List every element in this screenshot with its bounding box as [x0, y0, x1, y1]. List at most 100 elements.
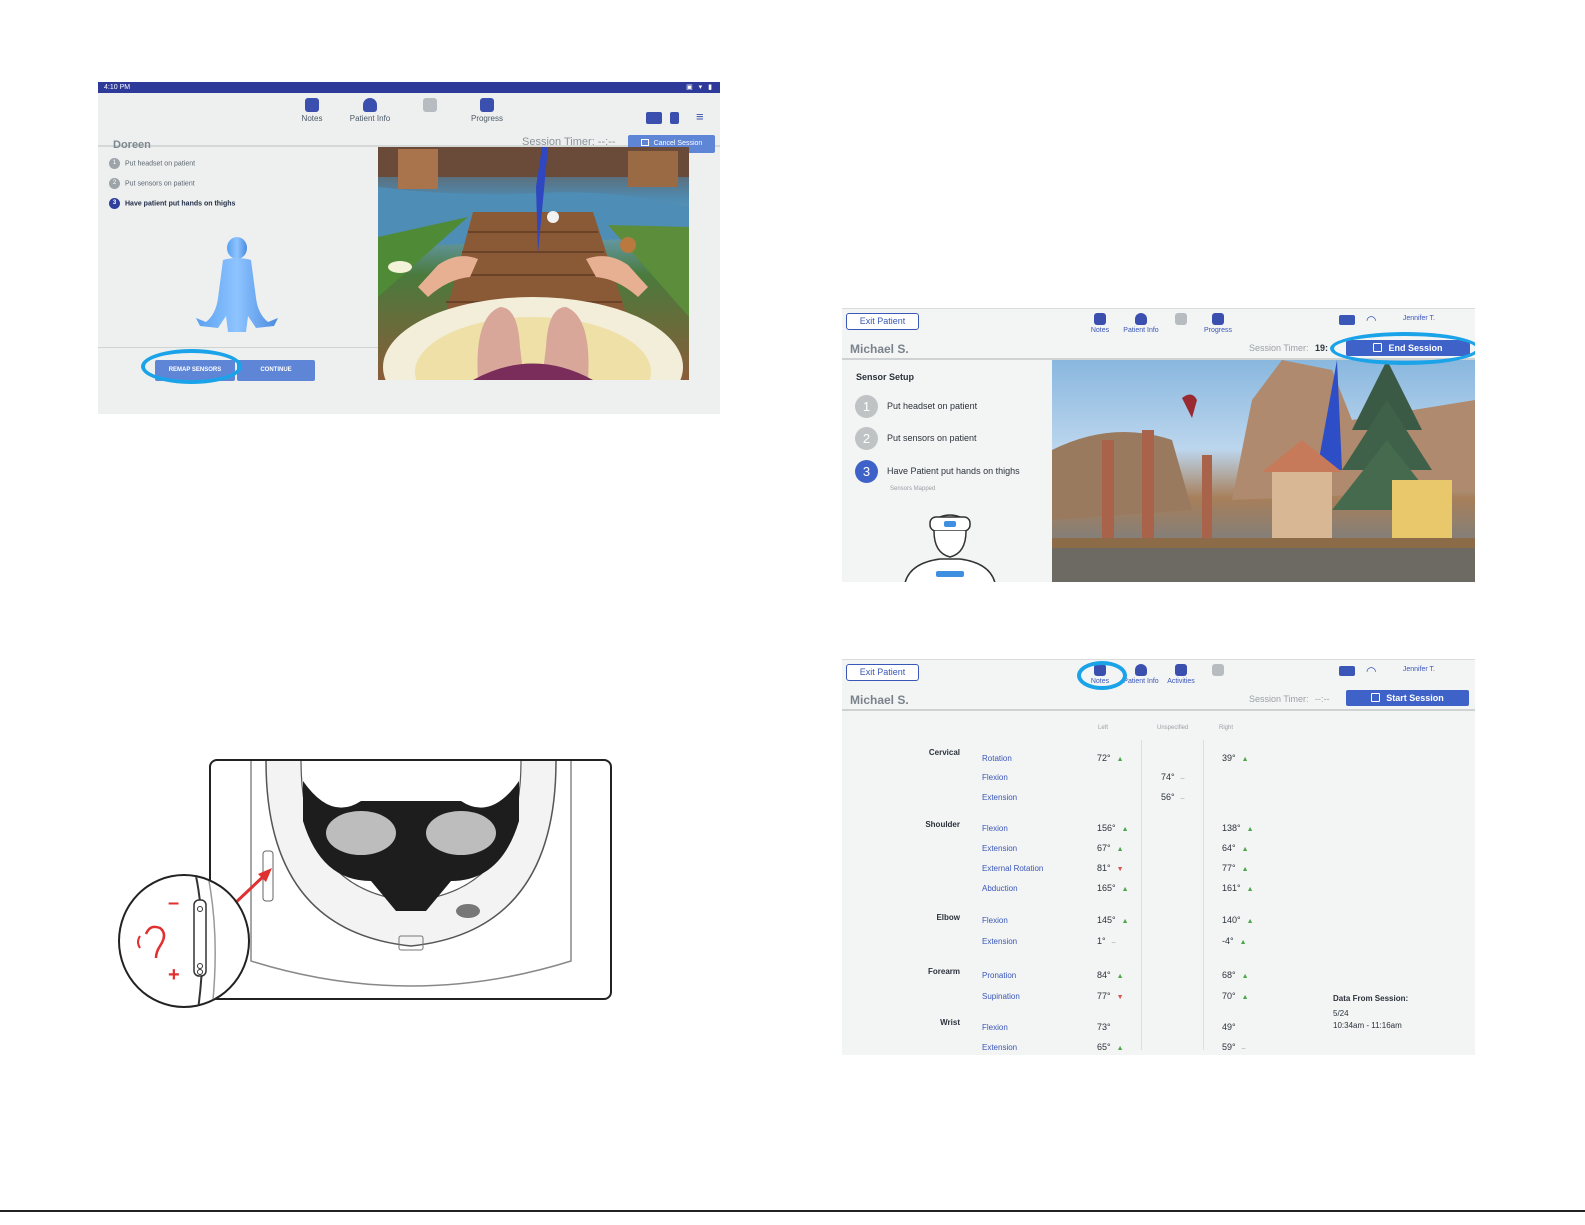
rom-degrees: 56° [1161, 792, 1175, 802]
patient-name: Michael S. [850, 342, 909, 356]
rom-movement-link[interactable]: Flexion [982, 916, 1008, 925]
trend-flat-icon: – [1180, 775, 1185, 782]
rom-value-right: 68° ▲ [1222, 970, 1249, 980]
rom-degrees: 165° [1097, 883, 1116, 893]
rom-movement-link[interactable]: Extension [982, 937, 1017, 946]
rom-group-label: Forearm [927, 967, 960, 976]
tablet-setup-screen: 4:10 PM ▣ ▾ ▮ Notes Patient Info Progres… [98, 82, 720, 414]
nav-patient-info[interactable]: Patient Info [1122, 664, 1160, 685]
nav-patient-info-label: Patient Info [1123, 327, 1159, 334]
step-number: 3 [855, 460, 878, 483]
rom-movement-link[interactable]: Extension [982, 793, 1017, 802]
rom-degrees: 74° [1161, 772, 1175, 782]
top-bar: Exit Patient Notes Patient Info Activiti… [842, 660, 1475, 711]
step-number: 1 [109, 158, 120, 169]
session-timer-label: Session Timer: --:-- [1249, 694, 1330, 704]
rom-group-label: Wrist [940, 1018, 960, 1027]
progress-icon [1212, 313, 1224, 325]
patient-name: Michael S. [850, 693, 909, 707]
vr-game-view [378, 147, 689, 380]
range-of-motion-screen: Exit Patient Notes Patient Info Activiti… [842, 659, 1475, 1055]
session-timer-text: Session Timer: [1249, 343, 1309, 353]
rom-value-left: 73° [1097, 1022, 1117, 1032]
rom-degrees: 84° [1097, 970, 1111, 980]
rom-value-right: 64° ▲ [1222, 843, 1249, 853]
person-icon [1135, 664, 1147, 676]
notes-icon [1094, 313, 1106, 325]
rom-degrees: 77° [1222, 863, 1236, 873]
nav-activities[interactable] [423, 98, 437, 114]
rom-degrees: 161° [1222, 883, 1241, 893]
nav-activities[interactable] [1174, 313, 1188, 327]
sensor-battery-icon[interactable] [1339, 315, 1355, 325]
session-date: 5/24 [1333, 1009, 1349, 1018]
column-right: Right [1219, 725, 1234, 731]
rom-degrees: 39° [1222, 753, 1236, 763]
nav-patient-info[interactable]: Patient Info [348, 98, 392, 123]
rom-value-right: 70° ▲ [1222, 991, 1249, 1001]
rom-value-left: 67° ▲ [1097, 843, 1124, 853]
status-time: 4:10 PM [104, 84, 131, 91]
trend-up-icon: ▲ [1241, 994, 1249, 1001]
sensor-battery-icon[interactable] [1339, 666, 1355, 676]
exit-patient-button[interactable]: Exit Patient [846, 664, 919, 681]
trend-up-icon: ▲ [1121, 918, 1129, 925]
rom-movement-link[interactable]: Flexion [982, 824, 1008, 833]
rom-value-left: 77° ▼ [1097, 991, 1124, 1001]
continue-button[interactable]: CONTINUE [237, 360, 315, 381]
patient-name: Doreen [113, 139, 151, 151]
nav-activities[interactable]: Activities [1164, 664, 1198, 685]
setup-step-1: 1 Put headset on patient [855, 395, 977, 418]
clinician-name: Jennifer T. [1402, 315, 1435, 322]
sensor-setup-title: Sensor Setup [856, 372, 915, 382]
rom-movement-link[interactable]: Flexion [982, 1023, 1008, 1032]
rom-value-right: 140° ▲ [1222, 915, 1254, 925]
rom-movement-link[interactable]: Extension [982, 844, 1017, 853]
person-icon [1135, 313, 1147, 325]
volume-button-zoom: – + [118, 874, 250, 1008]
headset-battery-icon[interactable] [670, 112, 679, 124]
sensor-battery-icon[interactable] [646, 112, 662, 124]
step-label: Put sensors on patient [125, 180, 195, 188]
rom-degrees: 67° [1097, 843, 1111, 853]
trend-down-icon: ▼ [1116, 866, 1124, 873]
plus-icon [1371, 693, 1381, 702]
nav-progress[interactable]: Progress [1204, 313, 1232, 334]
rom-degrees: 72° [1097, 753, 1111, 763]
rom-value-right: 138° ▲ [1222, 823, 1254, 833]
exit-patient-button[interactable]: Exit Patient [846, 313, 919, 330]
session-timer-value: 19: [1315, 343, 1329, 353]
rom-movement-link[interactable]: Rotation [982, 754, 1012, 763]
rom-movement-link[interactable]: Abduction [982, 884, 1018, 893]
rom-movement-link[interactable]: Extension [982, 1043, 1017, 1052]
column-unspecified: Unspecified [1157, 725, 1189, 731]
trend-up-icon: ▲ [1239, 939, 1247, 946]
nav-notes[interactable]: Notes [1090, 313, 1110, 334]
rom-value-right: 77° ▲ [1222, 863, 1249, 873]
rom-movement-link[interactable]: External Rotation [982, 864, 1043, 873]
column-divider [1203, 740, 1204, 1050]
rom-degrees: 68° [1222, 970, 1236, 980]
start-session-button[interactable]: Start Session [1346, 690, 1469, 706]
trend-up-icon: ▲ [1246, 918, 1254, 925]
nav-notes-label: Notes [301, 114, 323, 123]
trend-up-icon: ▲ [1116, 756, 1124, 763]
rom-movement-link[interactable]: Pronation [982, 971, 1016, 980]
cancel-session-label: Cancel Session [653, 140, 703, 147]
volume-zoom-drawing [137, 876, 216, 1006]
nav-patient-info[interactable]: Patient Info [1122, 313, 1160, 334]
progress-icon [1212, 664, 1224, 676]
trend-up-icon: ▲ [1241, 756, 1249, 763]
nav-progress[interactable]: Progress [470, 98, 504, 123]
activities-icon [1175, 664, 1187, 676]
menu-icon[interactable]: ≡ [696, 109, 704, 124]
setup-step-3: 3 Have patient put hands on thighs [109, 198, 235, 209]
nav-progress[interactable] [1211, 664, 1225, 678]
nav-progress-label: Progress [1204, 327, 1233, 334]
nav-notes[interactable]: Notes [300, 98, 324, 123]
notes-highlight-ring [1077, 661, 1127, 690]
rom-movement-link[interactable]: Flexion [982, 773, 1008, 782]
top-bar: Notes Patient Info Progress ≡ Doreen Ses… [98, 93, 720, 153]
session-timer-text: Session Timer: [1249, 694, 1309, 704]
rom-movement-link[interactable]: Supination [982, 992, 1020, 1001]
